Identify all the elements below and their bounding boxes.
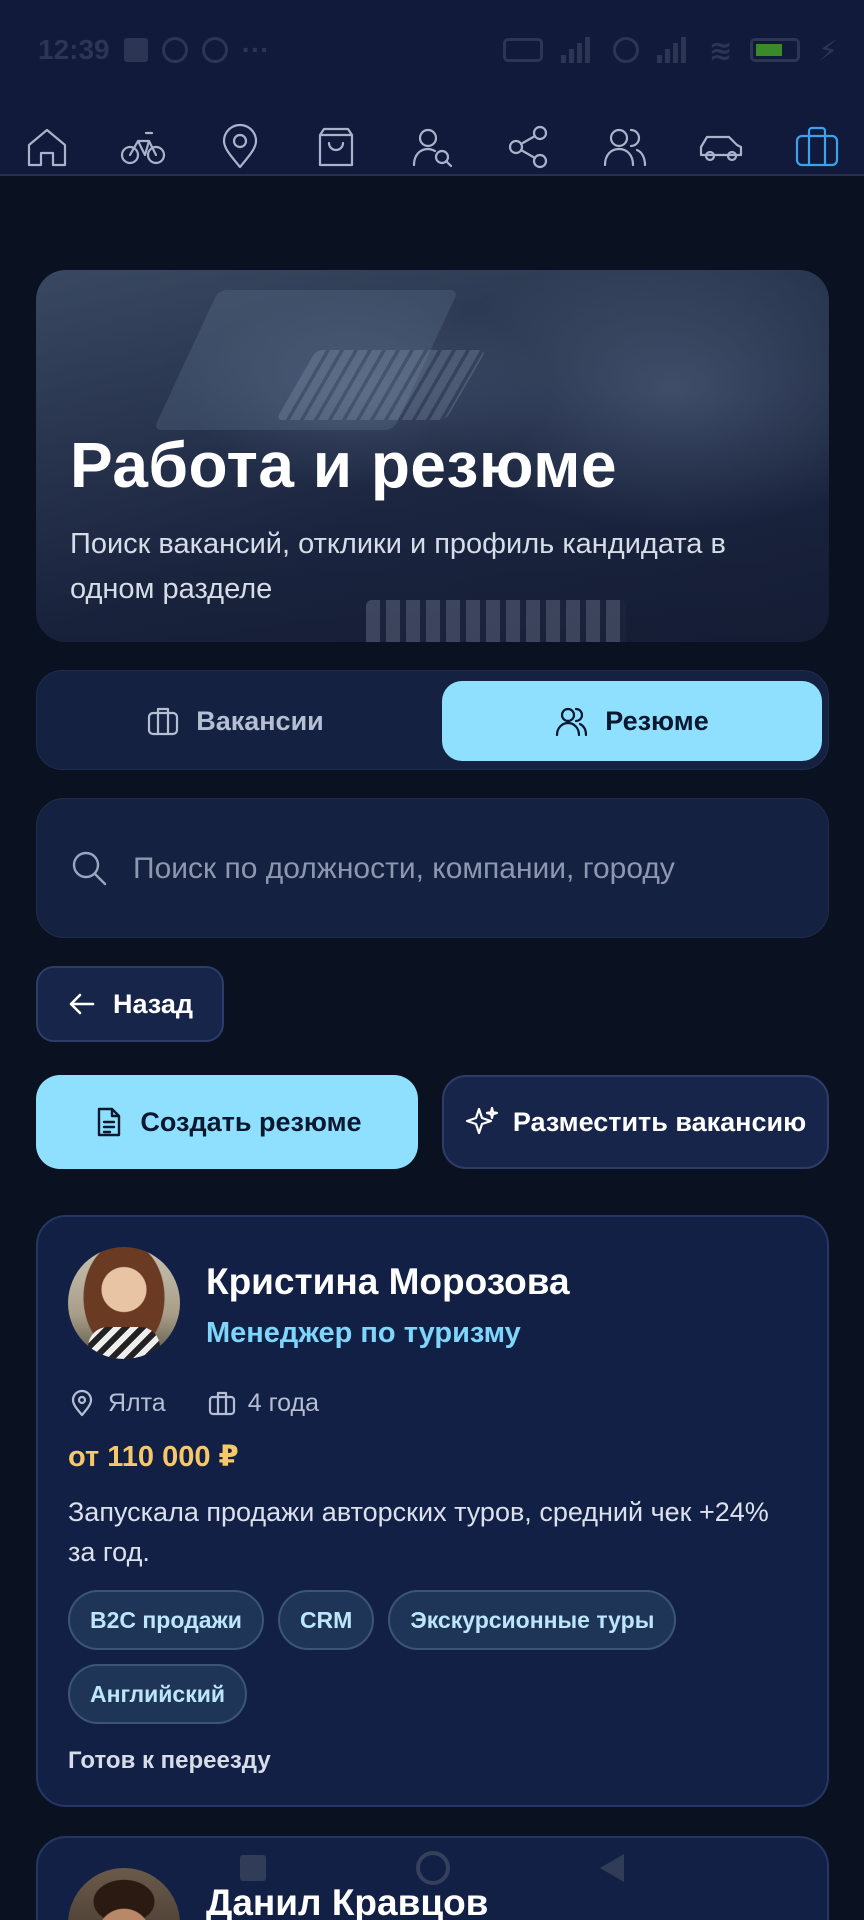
- segmented-tabs: Вакансии Резюме: [36, 670, 829, 770]
- back-button-label: Назад: [112, 988, 194, 1019]
- tab-resumes[interactable]: Резюме: [442, 681, 822, 761]
- data-icon: [612, 37, 639, 63]
- globe-icon: [201, 37, 228, 63]
- resume-card[interactable]: Кристина Морозова Менеджер по туризму Ял…: [36, 1215, 829, 1807]
- top-bar: 12:39 ··· ≋ ⚡: [0, 0, 864, 176]
- post-vacancy-label: Разместить вакансию: [512, 1106, 807, 1137]
- document-icon: [98, 1107, 121, 1137]
- sparkles-icon: [465, 1106, 498, 1135]
- status-bar: 12:39 ··· ≋ ⚡: [38, 30, 838, 70]
- home-icon[interactable]: [22, 122, 72, 172]
- briefcase-icon: [208, 1391, 235, 1416]
- tab-vacancies-label: Вакансии: [196, 705, 324, 736]
- hero-banner: Работа и резюме Поиск вакансий, отклики …: [36, 270, 829, 642]
- post-vacancy-button[interactable]: Разместить вакансию: [442, 1075, 829, 1169]
- relocation-status: Готов к переезду: [68, 1747, 271, 1774]
- map-pin-icon[interactable]: [215, 122, 265, 172]
- top-navigation: [22, 122, 842, 172]
- notification-icon: [123, 38, 148, 62]
- signal-icon-2: [656, 37, 691, 63]
- user-search-icon[interactable]: [407, 122, 457, 172]
- create-resume-button[interactable]: Создать резюме: [36, 1075, 418, 1169]
- candidate-salary: от 110 000 ₽: [68, 1441, 239, 1473]
- skill-chip: CRM: [277, 1590, 375, 1650]
- candidate-description: Запускала продажи авторских туров, средн…: [68, 1497, 769, 1567]
- shopping-bag-icon[interactable]: [311, 122, 361, 172]
- avatar: [68, 1868, 180, 1920]
- candidate-meta: Ялта 4 года: [68, 1385, 319, 1421]
- page-subtitle: Поиск вакансий, отклики и профиль кандид…: [70, 528, 726, 605]
- candidate-name: Кристина Морозова: [206, 1261, 570, 1302]
- search-icon: [72, 851, 107, 886]
- bicycle-icon[interactable]: [118, 122, 168, 172]
- signal-icon: [560, 37, 595, 63]
- search-input[interactable]: [133, 849, 793, 889]
- battery-icon: [750, 38, 801, 62]
- candidate-name: Данил Кравцов: [206, 1882, 489, 1920]
- avatar: [68, 1247, 180, 1359]
- skill-chip: Экскурсионные туры: [388, 1590, 677, 1650]
- candidate-role: Менеджер по туризму: [206, 1317, 521, 1349]
- skill-chip: B2C продажи: [68, 1590, 264, 1650]
- users-icon[interactable]: [600, 122, 650, 172]
- map-pin-icon: [71, 1389, 93, 1417]
- more-notifications-icon: ···: [241, 34, 270, 65]
- wifi-icon: ≋: [708, 34, 733, 66]
- candidate-experience: 4 года: [247, 1388, 319, 1417]
- status-icons: ≋ ⚡: [502, 34, 838, 67]
- arrow-left-icon: [69, 993, 95, 1015]
- resume-card[interactable]: Данил Кравцов: [36, 1836, 829, 1920]
- skill-chips: B2C продажи CRM Экскурсионные туры Англи…: [68, 1590, 808, 1724]
- status-time: 12:39: [38, 34, 110, 65]
- briefcase-icon[interactable]: [792, 122, 842, 172]
- page-title: Работа и резюме: [70, 429, 618, 501]
- back-button[interactable]: Назад: [36, 966, 224, 1042]
- create-resume-label: Создать резюме: [140, 1106, 362, 1137]
- tab-vacancies[interactable]: Вакансии: [45, 681, 425, 761]
- search-bar: [36, 798, 829, 938]
- car-icon[interactable]: [696, 122, 746, 172]
- tab-resumes-label: Резюме: [605, 705, 709, 736]
- share-icon[interactable]: [503, 122, 553, 172]
- users-icon: [556, 707, 588, 737]
- candidate-city: Ялта: [108, 1388, 166, 1417]
- app-notification-icon: [161, 37, 188, 63]
- skill-chip: Английский: [68, 1664, 247, 1724]
- avatar-shirt: [88, 1327, 160, 1359]
- vpn-icon: [502, 38, 543, 62]
- briefcase-icon: [148, 707, 179, 736]
- charging-icon: ⚡: [818, 34, 838, 66]
